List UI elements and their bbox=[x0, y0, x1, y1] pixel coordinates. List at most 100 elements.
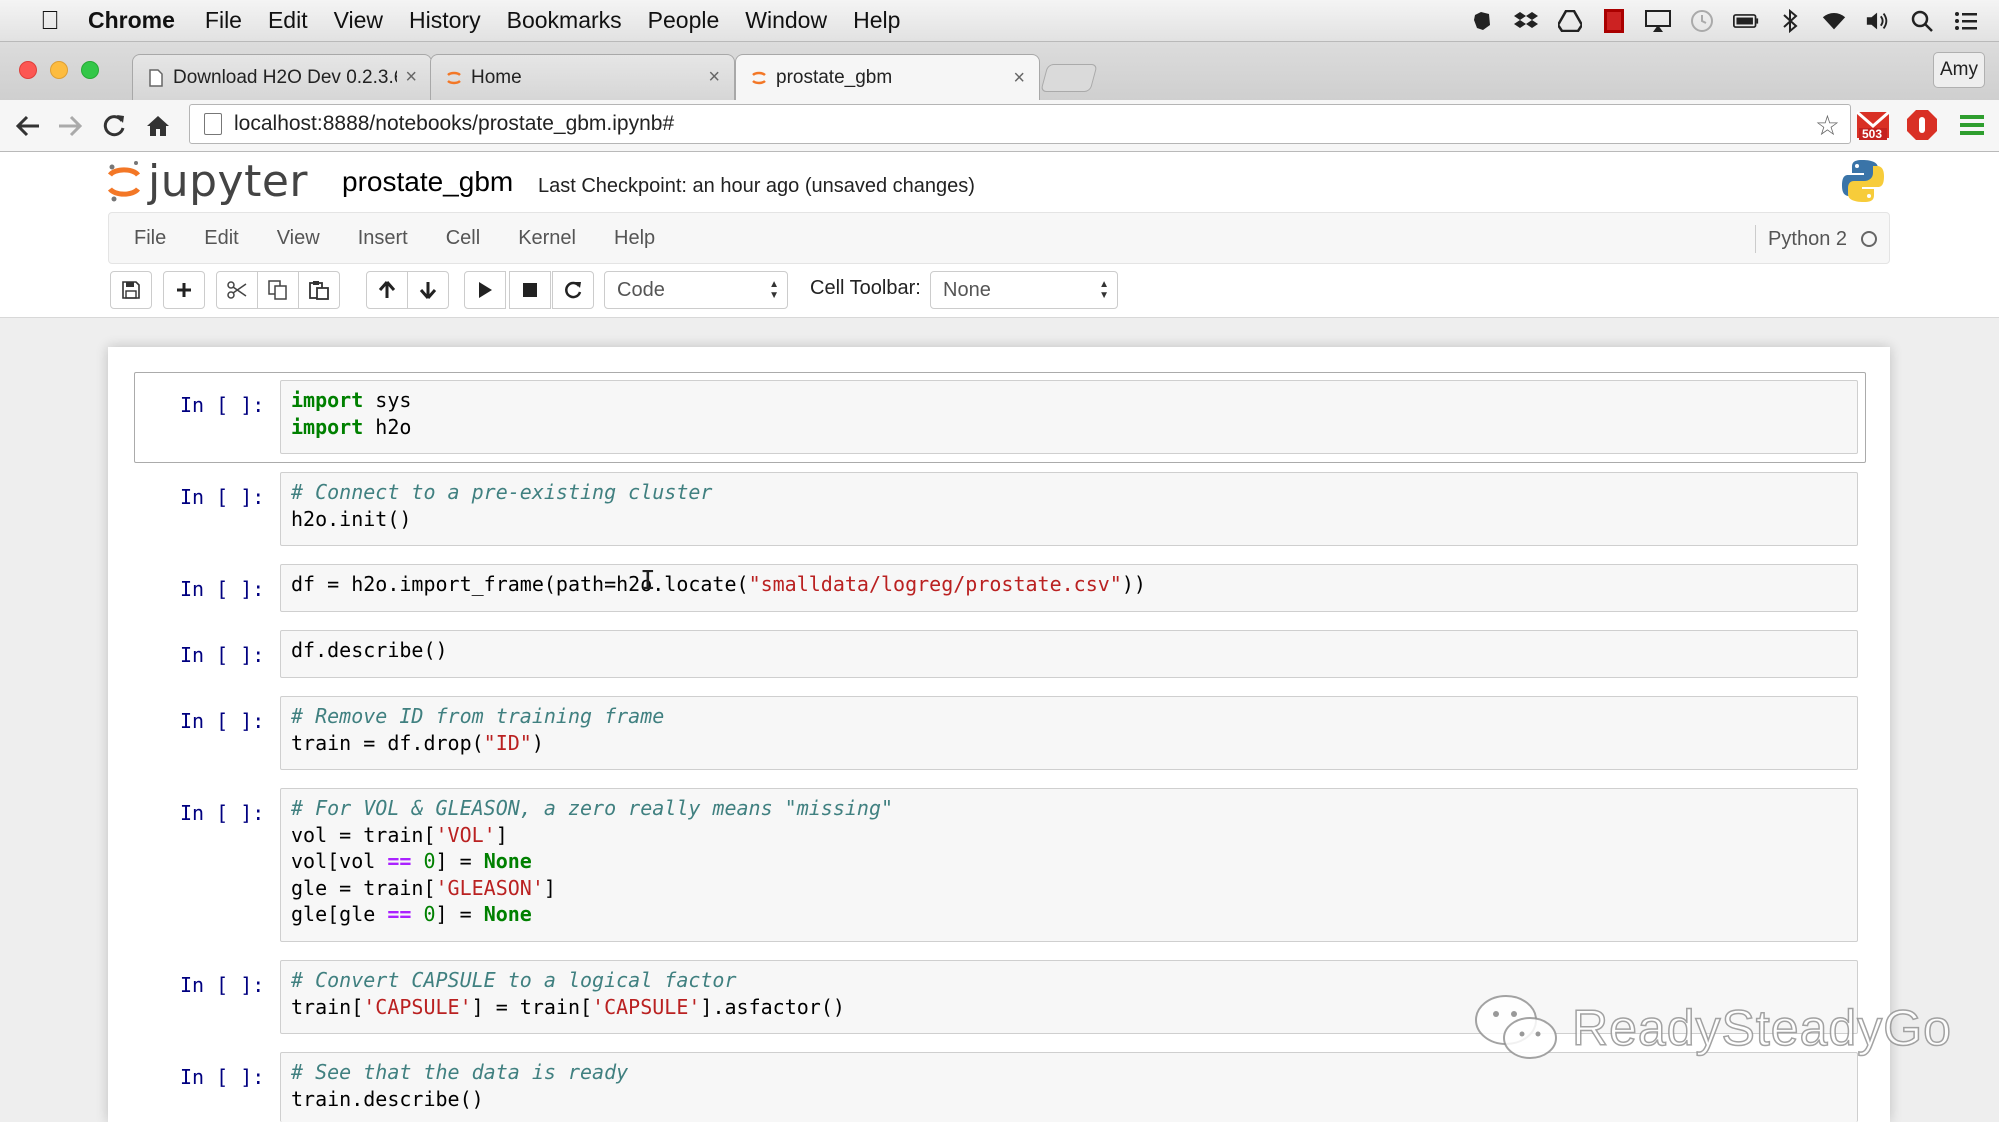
nb-menu-cell[interactable]: Cell bbox=[446, 227, 480, 250]
paste-button[interactable] bbox=[298, 271, 340, 309]
reload-icon[interactable] bbox=[96, 108, 132, 144]
evernote-icon[interactable] bbox=[1469, 9, 1495, 33]
window-zoom-button[interactable] bbox=[81, 61, 99, 79]
nb-menu-kernel[interactable]: Kernel bbox=[518, 227, 576, 250]
tab-home[interactable]: Home × bbox=[430, 54, 735, 100]
nb-menu-edit[interactable]: Edit bbox=[204, 227, 238, 250]
spotlight-icon[interactable] bbox=[1909, 9, 1935, 33]
address-bar[interactable]: localhost:8888/notebooks/prostate_gbm.ip… bbox=[189, 104, 1851, 144]
code-comment: # See that the data is ready bbox=[291, 1060, 629, 1084]
code-input[interactable]: # For VOL & GLEASON, a zero really means… bbox=[280, 788, 1858, 942]
menu-view[interactable]: View bbox=[334, 7, 383, 34]
apple-menu-icon[interactable]:  bbox=[30, 5, 70, 36]
time-machine-icon[interactable] bbox=[1689, 9, 1715, 33]
code-builtin: None bbox=[483, 849, 532, 873]
notebook-name[interactable]: prostate_gbm bbox=[342, 166, 513, 198]
code-text: vol[vol bbox=[291, 849, 388, 873]
code-input[interactable]: import sys import h2o bbox=[280, 380, 1858, 454]
adblock-extension-icon[interactable] bbox=[1905, 108, 1939, 142]
wifi-icon[interactable] bbox=[1821, 9, 1847, 33]
window-close-button[interactable] bbox=[19, 61, 37, 79]
code-string: 'VOL' bbox=[435, 822, 496, 847]
volume-icon[interactable] bbox=[1865, 9, 1891, 33]
move-down-button[interactable] bbox=[407, 271, 449, 309]
code-input[interactable]: df.describe() bbox=[280, 630, 1858, 678]
text-cursor-icon: I bbox=[640, 566, 656, 596]
forward-arrow-icon[interactable] bbox=[52, 108, 88, 144]
battery-icon[interactable] bbox=[1733, 9, 1759, 33]
cell-toolbar-select[interactable]: None ▲ ▼ bbox=[930, 271, 1118, 309]
app-menu-chrome[interactable]: Chrome bbox=[88, 7, 175, 34]
drive-icon[interactable] bbox=[1557, 9, 1583, 33]
jupyter-logo[interactable]: jupyter bbox=[106, 156, 308, 207]
notebook-menubar: File Edit View Insert Cell Kernel Help P… bbox=[108, 212, 1890, 264]
restart-kernel-button[interactable] bbox=[552, 271, 594, 309]
nb-menu-file[interactable]: File bbox=[134, 227, 166, 250]
nb-menu-view[interactable]: View bbox=[277, 227, 320, 250]
close-tab-icon[interactable]: × bbox=[1013, 67, 1025, 90]
save-button[interactable] bbox=[110, 271, 152, 309]
cut-button[interactable] bbox=[216, 271, 258, 309]
page-icon bbox=[204, 113, 222, 135]
nb-menu-insert[interactable]: Insert bbox=[358, 227, 408, 250]
jupyter-favicon-icon bbox=[445, 69, 463, 87]
cell-prompt: In [ ]: bbox=[180, 973, 265, 997]
close-tab-icon[interactable]: × bbox=[405, 66, 417, 89]
cell-prompt: In [ ]: bbox=[180, 485, 265, 509]
window-minimize-button[interactable] bbox=[50, 61, 68, 79]
cell-prompt: In [ ]: bbox=[180, 801, 265, 825]
insert-cell-button[interactable] bbox=[163, 271, 205, 309]
tab-prostate-gbm[interactable]: prostate_gbm × bbox=[735, 54, 1040, 101]
code-string: "ID" bbox=[483, 730, 532, 755]
menu-people[interactable]: People bbox=[648, 7, 720, 34]
bluetooth-icon[interactable] bbox=[1777, 9, 1803, 33]
menu-edit[interactable]: Edit bbox=[268, 7, 308, 34]
kernel-idle-indicator-icon bbox=[1861, 231, 1877, 247]
dropbox-icon[interactable] bbox=[1513, 9, 1539, 33]
code-number: 0 bbox=[423, 902, 436, 926]
flash-icon[interactable] bbox=[1601, 9, 1627, 33]
notification-icon[interactable] bbox=[1953, 9, 1979, 33]
kernel-name: Python 2 bbox=[1768, 227, 1847, 250]
menu-window[interactable]: Window bbox=[745, 7, 827, 34]
code-string: 'CAPSULE' bbox=[592, 994, 701, 1019]
macos-menubar:  Chrome File Edit View History Bookmark… bbox=[0, 0, 1999, 42]
menu-help[interactable]: Help bbox=[853, 7, 900, 34]
jupyter-favicon-icon bbox=[750, 69, 768, 87]
gmail-extension-icon[interactable]: 503 bbox=[1856, 108, 1890, 142]
code-input[interactable]: # Remove ID from training frame train = … bbox=[280, 696, 1858, 770]
home-icon[interactable] bbox=[140, 108, 176, 144]
copy-button[interactable] bbox=[257, 271, 299, 309]
code-input[interactable]: # Connect to a pre-existing cluster h2o.… bbox=[280, 472, 1858, 546]
code-comment: # Convert CAPSULE to a logical factor bbox=[291, 968, 737, 992]
code-input[interactable]: df = h2o.import_frame(path=h2o.locate("s… bbox=[280, 564, 1858, 612]
airplay-icon[interactable] bbox=[1645, 9, 1671, 33]
menu-bookmarks[interactable]: Bookmarks bbox=[507, 7, 622, 34]
checkpoint-status: Last Checkpoint: an hour ago (unsaved ch… bbox=[538, 175, 975, 197]
close-tab-icon[interactable]: × bbox=[708, 66, 720, 89]
interrupt-kernel-button[interactable] bbox=[509, 271, 551, 309]
run-cell-button[interactable] bbox=[464, 271, 506, 309]
url-text[interactable]: localhost:8888/notebooks/prostate_gbm.ip… bbox=[234, 112, 674, 136]
watermark-text: ReadySteadyGo bbox=[1571, 999, 1952, 1057]
cell-type-select[interactable]: Code ▲ ▼ bbox=[604, 271, 788, 309]
select-arrows-icon: ▲ ▼ bbox=[1099, 279, 1109, 301]
new-tab-button[interactable] bbox=[1040, 64, 1098, 92]
back-arrow-icon[interactable] bbox=[10, 108, 46, 144]
cell-prompt: In [ ]: bbox=[180, 577, 265, 601]
menu-history[interactable]: History bbox=[409, 7, 481, 34]
code-text: gle[gle bbox=[291, 902, 388, 926]
chrome-menu-icon[interactable] bbox=[1955, 108, 1989, 142]
code-string: 'CAPSULE' bbox=[363, 994, 472, 1019]
nb-menu-help[interactable]: Help bbox=[614, 227, 655, 250]
move-up-button[interactable] bbox=[366, 271, 408, 309]
watermark: ReadySteadyGo bbox=[1472, 990, 1952, 1066]
bookmark-star-icon[interactable]: ☆ bbox=[1815, 109, 1840, 142]
profile-button[interactable]: Amy bbox=[1933, 52, 1985, 88]
code-text: ] = bbox=[435, 902, 484, 926]
menu-file[interactable]: File bbox=[205, 7, 242, 34]
code-text: train[ bbox=[291, 994, 364, 1019]
code-text: ] = train[ bbox=[471, 994, 593, 1019]
tab-download-h2o[interactable]: Download H2O Dev 0.2.3.6 × bbox=[132, 54, 432, 100]
